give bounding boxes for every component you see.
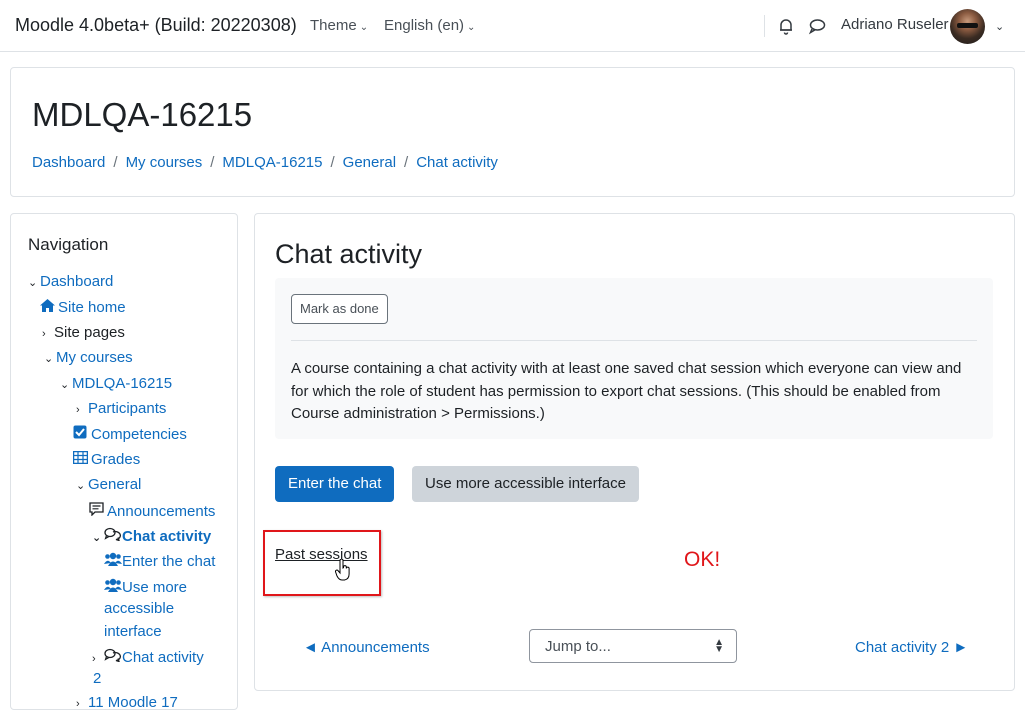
enter-chat-button[interactable]: Enter the chat [275,466,395,502]
breadcrumb-chat-activity[interactable]: Chat activity [416,154,498,171]
top-navbar: Moodle 4.0beta+ (Build: 20220308) Theme ⌄… [0,0,1025,52]
nav-item-chat-activity[interactable]: ⌄ Chat activity [92,527,211,545]
hand-cursor-icon [335,559,350,581]
accessible-interface-button[interactable]: Use more accessible interface [412,466,639,502]
breadcrumb-course[interactable]: MDLQA-16215 [222,154,322,171]
previous-activity-link[interactable]: ◄ Announcements [303,639,430,656]
users-icon [104,578,122,595]
nav-item-announcements[interactable]: Announcements [89,502,215,520]
language-menu[interactable]: English (en) ⌄ [384,17,475,34]
chevron-down-icon: ⌄ [28,277,38,289]
navbar-divider [764,15,765,37]
forum-icon [89,502,107,519]
home-icon [40,299,58,315]
nav-item-site-pages[interactable]: › Site pages [42,324,125,341]
navigation-block: Navigation ⌄ Dashboard Site home › Site pa… [10,213,238,710]
annotation-highlight-box [263,530,381,596]
activity-title: Chat activity [275,239,423,269]
nav-item-accessible-interface-line3[interactable]: interface [104,623,162,640]
user-avatar[interactable] [950,9,985,44]
chevron-down-icon: ⌄ [467,22,476,33]
nav-item-moodle-17[interactable]: › 11 Moodle 17 [76,694,178,710]
nav-item-competencies[interactable]: Competencies [73,425,187,443]
activity-description: A course containing a chat activity with… [291,360,962,422]
next-activity-link[interactable]: Chat activity 2 ► [855,639,968,656]
chevron-right-icon: › [92,653,96,665]
breadcrumb-general[interactable]: General [343,154,396,171]
site-brand[interactable]: Moodle 4.0beta+ (Build: 20220308) [15,15,297,36]
chevron-down-icon: ⌄ [60,379,70,391]
mark-as-done-button[interactable]: Mark as done [291,294,388,324]
checkbox-icon [73,425,91,442]
nav-item-my-courses[interactable]: ⌄ My courses [44,349,133,366]
chevron-down-icon: ⌄ [76,480,86,492]
chevron-down-icon: ⌄ [44,353,54,365]
chat-icon [104,648,122,665]
bell-icon[interactable] [777,17,795,35]
nav-item-accessible-interface[interactable]: Use more [104,578,187,596]
chevron-down-icon: ⌄ [359,22,369,33]
nav-item-dashboard[interactable]: ⌄ Dashboard [28,273,113,290]
users-icon [104,552,122,569]
jump-to-label: Jump to... [545,638,611,655]
breadcrumb-dashboard[interactable]: Dashboard [32,154,105,171]
nav-item-site-home[interactable]: Site home [40,299,126,316]
theme-menu-label: Theme [310,17,357,34]
activity-info-box: Mark as done A course containing a chat … [275,278,993,439]
divider [291,340,977,341]
table-icon [72,450,91,467]
annotation-ok-text: OK! [684,548,721,571]
user-name[interactable]: Adriano Ruseler [841,16,949,33]
select-arrows-icon: ▲ ▼ [714,637,724,656]
chat-bubble-icon[interactable] [808,17,826,35]
nav-item-general[interactable]: ⌄ General [76,476,141,493]
chevron-right-icon: › [42,328,46,340]
chevron-down-icon[interactable]: ⌄ [995,20,1004,33]
nav-item-enter-the-chat[interactable]: Enter the chat [104,552,215,570]
nav-item-participants[interactable]: › Participants [76,400,166,417]
breadcrumb-my-courses[interactable]: My courses [126,154,203,171]
chevron-right-icon: › [76,404,80,416]
chevron-right-icon: › [76,698,80,710]
navigation-title: Navigation [28,235,109,254]
nav-item-accessible-interface-line2[interactable]: accessible [104,600,174,617]
nav-item-chat-activity-2[interactable]: › Chat activity [92,648,204,666]
breadcrumb: Dashboard / My courses / MDLQA-16215/General… [32,154,498,171]
course-header: MDLQA-16215 Dashboard / My courses / MDLQA-1… [10,67,1015,197]
theme-menu[interactable]: Theme ⌄ [310,17,368,34]
nav-item-chat-activity-2-line2[interactable]: 2 [93,670,101,687]
jump-to-select[interactable]: Jump to... ▲ ▼ [529,629,737,663]
main-region: Chat activity Mark as done A course cont… [254,213,1015,691]
language-menu-label: English (en) [384,17,465,34]
nav-item-course[interactable]: ⌄ MDLQA-16215 [60,375,172,392]
chat-icon [104,527,122,544]
page-title: MDLQA-16215 [32,96,253,133]
chevron-down-icon: ⌄ [92,532,102,544]
nav-item-grades[interactable]: Grades [72,450,140,468]
